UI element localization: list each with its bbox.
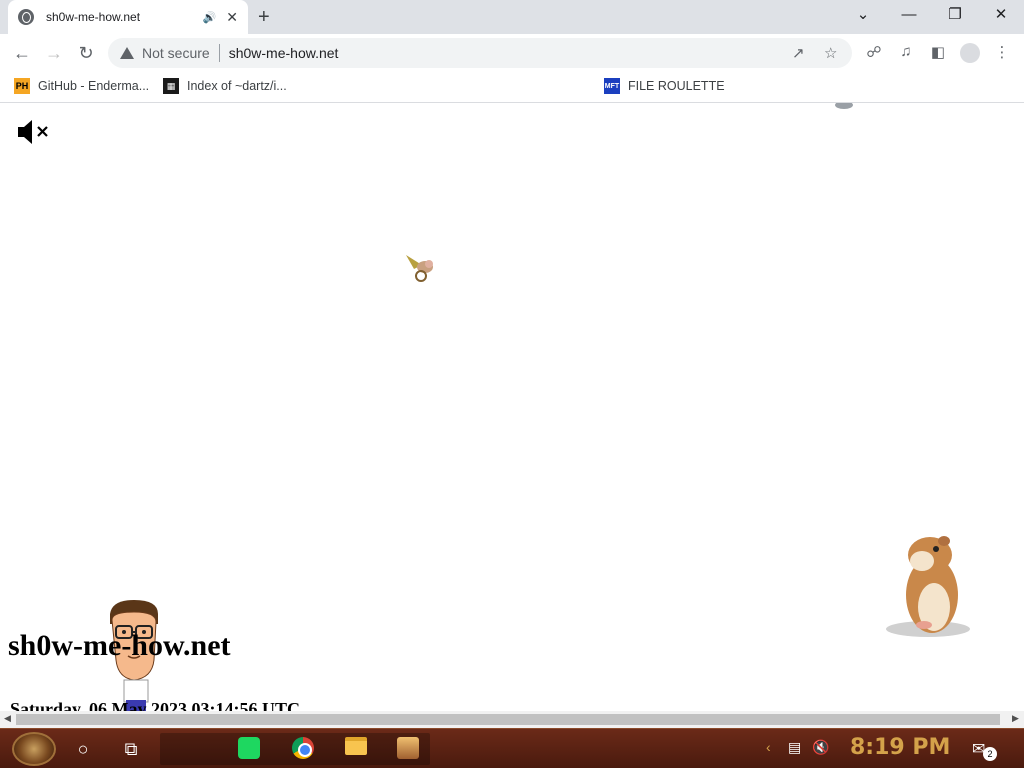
bookmark-github[interactable]: PH GitHub - Enderma... — [14, 78, 149, 94]
tab-search-button[interactable]: ⌄ — [843, 4, 883, 26]
forward-button[interactable]: → — [42, 41, 66, 65]
browser-toolbar: ← → ↻ Not secure sh0w-me-how.net ↗ ☆ ☍ ♫… — [0, 34, 1024, 72]
muted-speaker-icon[interactable] — [16, 117, 56, 147]
tray-chevron-icon[interactable]: ‹ — [766, 739, 771, 755]
folder-icon — [345, 737, 367, 755]
warning-icon[interactable] — [120, 47, 134, 59]
new-tab-button[interactable]: + — [258, 6, 270, 28]
grid-icon: ▦ — [163, 78, 179, 94]
taskbar: ○ ⧉ ‹ ▤ 🔇 8:19 PM ✉ 2 — [0, 728, 1024, 768]
url-text[interactable]: sh0w-me-how.net — [229, 45, 339, 61]
search-icon[interactable]: ○ — [71, 737, 95, 761]
omnibox-separator — [218, 44, 220, 62]
close-tab-icon[interactable]: ✕ — [226, 9, 238, 26]
horizontal-scrollbar[interactable]: ◀ ▶ — [0, 711, 1024, 728]
tab-strip: sh0w-me-how.net 🔊 ✕ + ⌄ — ❐ ✕ — [0, 0, 1024, 34]
app-icon — [397, 737, 419, 759]
taskbar-clock[interactable]: 8:19 PM — [850, 735, 950, 760]
bookmark-label: FILE ROULETTE — [628, 79, 725, 93]
scrollbar-thumb[interactable] — [16, 714, 1000, 725]
task-view-icon[interactable]: ⧉ — [119, 737, 143, 761]
network-icon[interactable]: ▤ — [788, 739, 801, 756]
ph-logo-icon: PH — [14, 78, 30, 94]
media-controls-icon[interactable]: ♫ — [896, 43, 916, 60]
bookmark-star-icon[interactable]: ☆ — [824, 44, 837, 62]
spotify-app[interactable] — [238, 737, 262, 761]
scroll-left-icon[interactable]: ◀ — [4, 713, 11, 724]
winged-creature-sprite — [406, 255, 433, 282]
globe-icon — [18, 9, 34, 25]
close-window-button[interactable]: ✕ — [981, 4, 1021, 26]
hamster-sprite — [886, 536, 970, 637]
spotify-icon — [238, 737, 260, 759]
site-title: sh0w-me-how.net — [8, 629, 231, 662]
bookmark-label: GitHub - Enderma... — [38, 79, 150, 93]
bookmarks-bar: PH GitHub - Enderma... ▦ Index of ~dartz… — [0, 72, 1024, 103]
bookmark-label: Index of ~dartz/i... — [187, 79, 287, 93]
start-button[interactable] — [12, 732, 56, 766]
security-label[interactable]: Not secure — [142, 45, 210, 61]
partial-sprite-top — [835, 103, 853, 109]
page-content: sh0w-me-how.net Saturday, 06 May 2023 03… — [0, 103, 1024, 713]
address-bar[interactable]: Not secure sh0w-me-how.net ↗ ☆ — [108, 38, 852, 68]
tab-title: sh0w-me-how.net — [46, 10, 141, 24]
browser-tab[interactable]: sh0w-me-how.net 🔊 ✕ — [8, 0, 248, 34]
chrome-app[interactable] — [292, 737, 316, 761]
back-button[interactable]: ← — [10, 41, 34, 65]
file-explorer-app[interactable] — [345, 737, 369, 761]
side-panel-icon[interactable]: ◧ — [928, 43, 948, 61]
chrome-icon — [292, 737, 314, 759]
minimize-button[interactable]: — — [889, 4, 929, 26]
restore-button[interactable]: ❐ — [935, 4, 975, 26]
mft-logo-icon: MFT — [604, 78, 620, 94]
profile-avatar-icon[interactable] — [960, 43, 980, 63]
volume-muted-icon[interactable]: 🔇 — [812, 739, 829, 756]
share-icon[interactable]: ↗ — [792, 44, 805, 62]
bookmark-file-roulette[interactable]: MFT FILE ROULETTE — [604, 78, 725, 94]
speaker-icon[interactable]: 🔊 — [203, 11, 217, 24]
pinned-app[interactable] — [397, 737, 421, 761]
reload-button[interactable]: ↻ — [74, 41, 98, 65]
notification-count-badge: 2 — [983, 747, 997, 761]
scroll-right-icon[interactable]: ▶ — [1012, 713, 1019, 724]
more-menu-icon[interactable]: ⋮ — [992, 43, 1012, 61]
extensions-icon[interactable]: ☍ — [864, 43, 884, 61]
bookmark-index-dartz[interactable]: ▦ Index of ~dartz/i... — [163, 78, 287, 94]
